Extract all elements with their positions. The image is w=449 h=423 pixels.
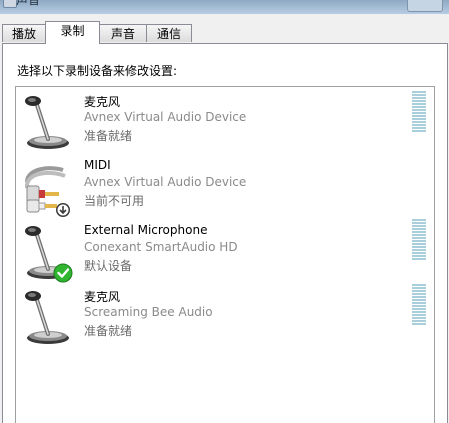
rca-cable-icon [25,166,70,217]
list-item[interactable]: 麦克风 Screaming Bee Audio 准备就绪 [16,284,434,350]
level-meter [412,219,426,261]
level-meter [412,91,426,133]
device-name: 麦克风 [84,95,121,109]
title-bar: 声音 [0,0,449,14]
microphone-icon [25,226,73,283]
device-status: 准备就绪 [84,129,133,143]
device-status: 准备就绪 [84,324,133,338]
list-item[interactable]: 麦克风 Avnex Virtual Audio Device 准备就绪 [16,91,434,155]
device-status: 默认设备 [84,259,133,273]
speaker-icon [3,0,17,8]
microphone-icon [25,291,69,344]
device-status: 当前不可用 [84,194,145,208]
list-item[interactable]: MIDI Avnex Virtual Audio Device 当前不可用 [16,158,434,220]
device-description: Avnex Virtual Audio Device [84,110,247,124]
window-title: 声音 [16,0,41,7]
device-description: Screaming Bee Audio [84,305,213,319]
device-description: Avnex Virtual Audio Device [84,175,247,189]
level-meter [412,284,426,326]
device-name: External Microphone [84,223,208,237]
tab-recording[interactable]: 录制 [45,21,100,44]
recording-panel: 选择以下录制设备来修改设置: 麦克风 Avnex Virtual Audio D… [2,43,448,423]
sound-dialog: 声音 播放 录制 声音 通信 选择以下录制设备来修改设置: 麦克风 Avnex … [0,0,449,423]
device-list[interactable]: 麦克风 Avnex Virtual Audio Device 准备就绪 MIDI… [15,86,435,423]
instruction-text: 选择以下录制设备来修改设置: [17,64,178,78]
tab-communications[interactable]: 通信 [146,24,192,42]
device-description: Conexant SmartAudio HD [84,240,238,254]
tab-sounds[interactable]: 声音 [99,24,147,42]
tab-strip: 播放 录制 声音 通信 [0,20,449,44]
tab-playback[interactable]: 播放 [2,24,46,42]
device-name: 麦克风 [84,290,121,304]
list-item[interactable]: External Microphone Conexant SmartAudio … [16,219,434,285]
device-name: MIDI [84,158,111,172]
close-button[interactable] [407,0,443,12]
microphone-icon [25,96,69,149]
